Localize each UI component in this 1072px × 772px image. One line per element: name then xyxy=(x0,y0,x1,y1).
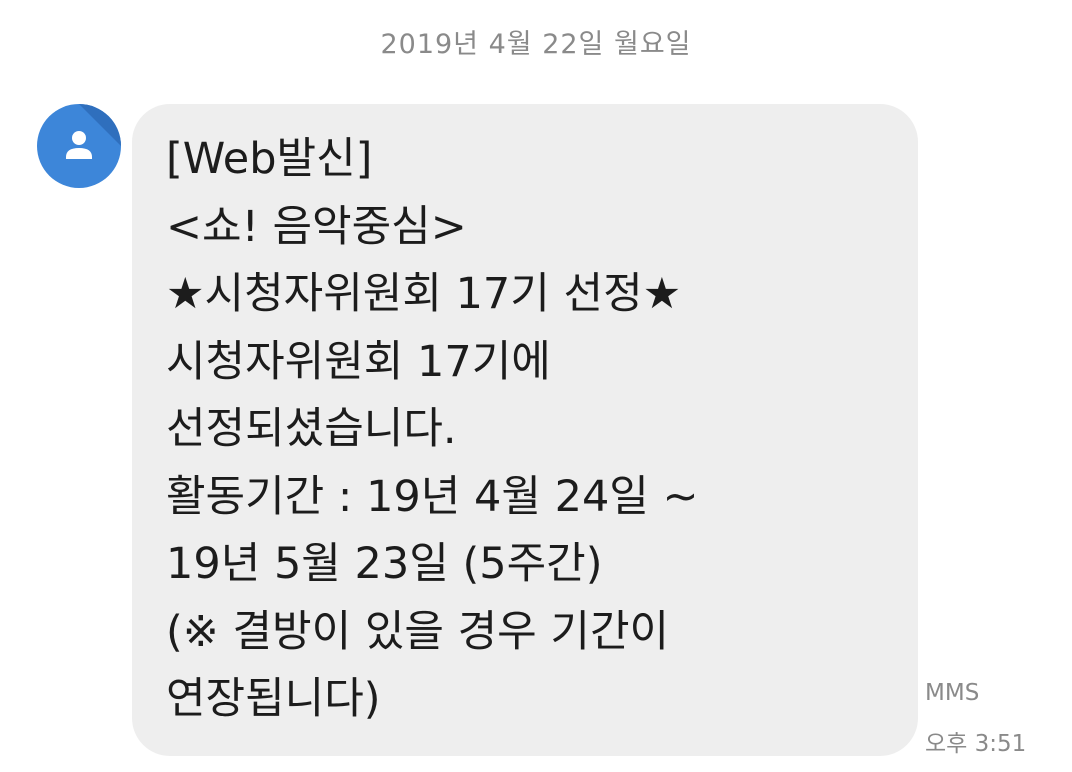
message-type-label: MMS xyxy=(925,680,980,706)
message-line: 시청자위원회 17기에 xyxy=(166,336,551,387)
message-thread: 2019년 4월 22일 월요일 [Web발신] <쇼! 음악중심> ★시청자위… xyxy=(0,0,1072,772)
message-bubble[interactable]: [Web발신] <쇼! 음악중심> ★시청자위원회 17기 선정★ 시청자위원회… xyxy=(132,104,918,756)
message-line: [Web발신] xyxy=(166,134,373,184)
message-line: (※ 결방이 있을 경우 기간이 xyxy=(166,606,670,657)
message-line: 선정되셨습니다. xyxy=(166,404,457,454)
message-line: 연장됩니다) xyxy=(166,674,381,724)
message-line: 19년 5월 23일 (5주간) xyxy=(166,539,603,589)
message-line: <쇼! 음악중심> xyxy=(166,201,467,252)
date-header: 2019년 4월 22일 월요일 xyxy=(380,29,692,60)
person-icon xyxy=(66,131,92,159)
message-line: ★시청자위원회 17기 선정★ xyxy=(166,269,682,319)
message-line: 활동기간 : 19년 4월 24일 ~ xyxy=(166,471,699,522)
avatar[interactable] xyxy=(37,104,121,188)
message-timestamp: 오후 3:51 xyxy=(925,731,1027,757)
